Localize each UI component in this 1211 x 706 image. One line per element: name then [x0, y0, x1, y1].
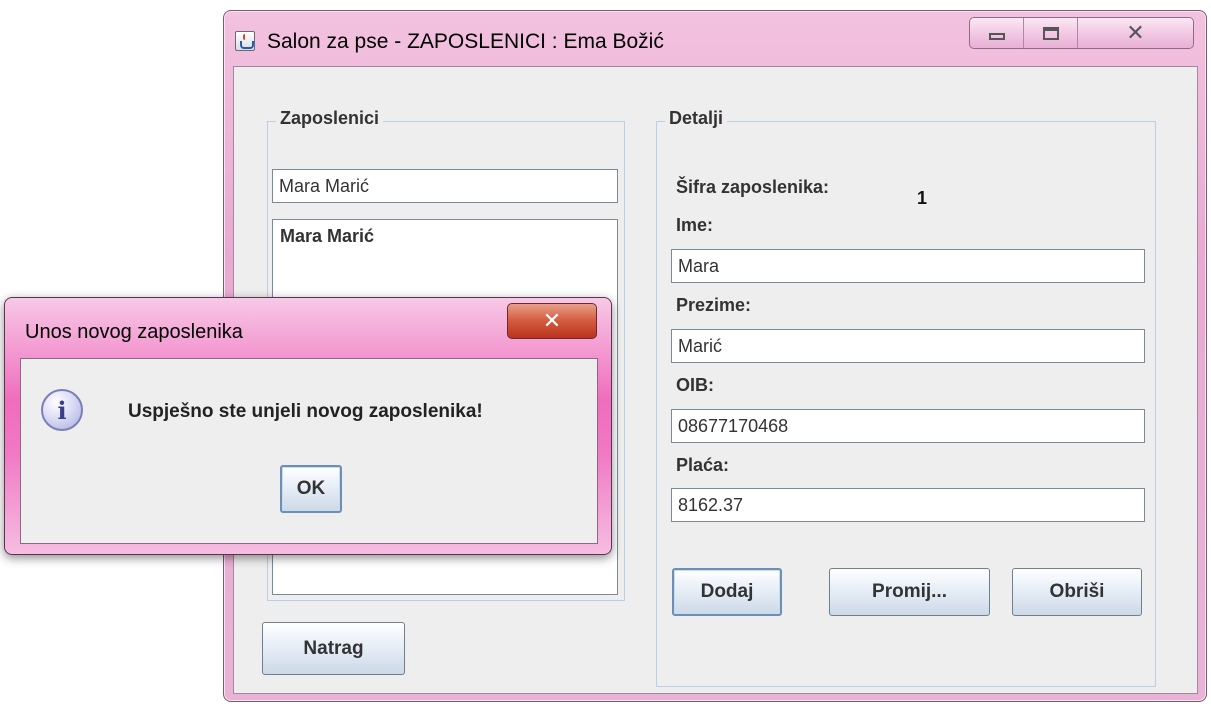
info-icon: i	[41, 389, 83, 431]
window-title: Salon za pse - ZAPOSLENICI : Ema Božić	[267, 30, 664, 53]
detalji-group: Detalji Šifra zaposlenika: 1 Ime: Mara P…	[656, 108, 1156, 687]
dialog-content: i Uspješno ste unjeli novog zaposlenika!…	[20, 358, 598, 544]
title-bar[interactable]: Salon za pse - ZAPOSLENICI : Ema Božić ✕	[224, 11, 1206, 65]
maximize-button[interactable]	[1024, 18, 1078, 48]
dialog-message: Uspješno ste unjeli novog zaposlenika!	[128, 401, 483, 422]
prezime-field[interactable]: Marić	[671, 329, 1145, 363]
employee-id-value: 1	[917, 188, 928, 208]
message-dialog: Unos novog zaposlenika ✕ i Uspješno ste …	[4, 297, 612, 555]
list-item[interactable]: Mara Marić	[280, 226, 374, 247]
oib-field[interactable]: 08677170468	[671, 409, 1145, 443]
back-button[interactable]: Natrag	[262, 622, 405, 675]
dialog-close-button[interactable]: ✕	[507, 303, 597, 339]
placa-label: Plaća:	[676, 455, 730, 475]
minimize-button[interactable]	[970, 18, 1024, 48]
window-controls: ✕	[969, 17, 1194, 49]
close-icon: ✕	[1126, 20, 1145, 45]
delete-button[interactable]: Obriši	[1012, 568, 1142, 616]
ok-button[interactable]: OK	[280, 465, 342, 513]
zaposlenici-legend: Zaposlenici	[276, 108, 384, 129]
placa-field[interactable]: 8162.37	[671, 488, 1145, 522]
employee-search-input[interactable]: Mara Marić	[272, 169, 618, 203]
ime-label: Ime:	[676, 215, 714, 235]
maximize-icon	[1042, 26, 1059, 40]
close-button[interactable]: ✕	[1078, 18, 1193, 48]
add-button[interactable]: Dodaj	[672, 568, 782, 616]
prezime-label: Prezime:	[676, 295, 752, 315]
java-app-icon[interactable]	[235, 31, 255, 51]
dialog-title: Unos novog zaposlenika	[25, 321, 243, 343]
oib-label: OIB:	[676, 375, 714, 395]
minimize-icon	[988, 32, 1005, 40]
change-button[interactable]: Promij...	[829, 568, 990, 616]
employee-id-label: Šifra zaposlenika:	[676, 177, 830, 197]
detalji-legend: Detalji	[665, 108, 728, 129]
close-icon: ✕	[542, 308, 562, 333]
ime-field[interactable]: Mara	[671, 249, 1145, 283]
